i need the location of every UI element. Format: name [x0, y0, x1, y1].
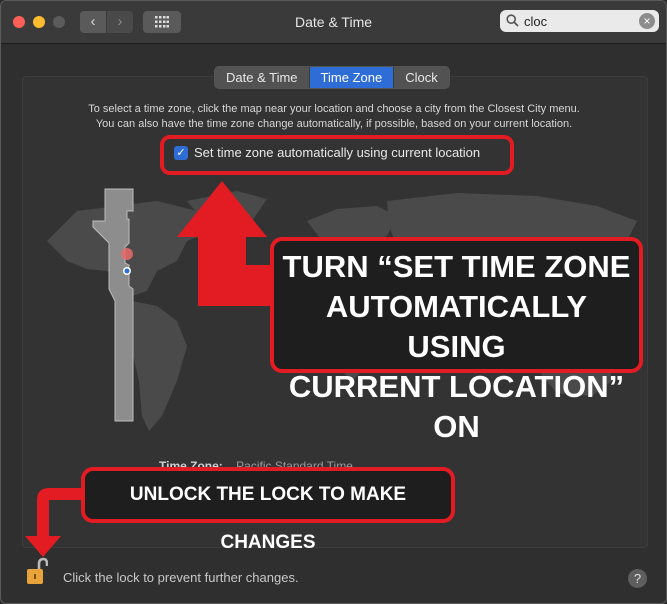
instruction-callout: TURN “SET TIME ZONE AUTOMATICALLY USING … [270, 237, 643, 444]
preferences-window: ‹ › Date & Time cloc × Date & Time Time … [0, 0, 667, 604]
callout-line-1: TURN “SET TIME ZONE [282, 249, 631, 284]
lock-status-text: Click the lock to prevent further change… [63, 570, 299, 585]
callout-line-2: AUTOMATICALLY USING [325, 289, 588, 364]
lock-icon[interactable] [26, 557, 48, 587]
checkbox-highlight-frame [160, 135, 514, 175]
help-button[interactable]: ? [628, 569, 647, 588]
callout-line-3: CURRENT LOCATION” ON [288, 369, 625, 444]
lock-instruction-callout: UNLOCK THE LOCK TO MAKE CHANGES [81, 467, 455, 553]
